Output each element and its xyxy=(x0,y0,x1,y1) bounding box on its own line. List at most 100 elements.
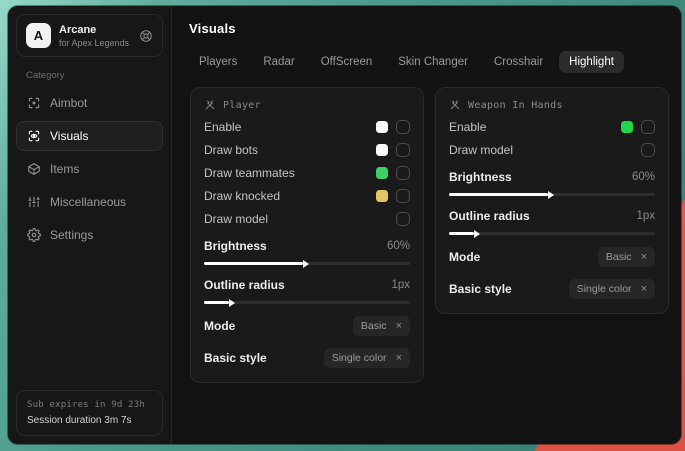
select-tag-basic[interactable]: Basic× xyxy=(598,247,655,267)
sidebar-item-label: Settings xyxy=(50,228,93,242)
app-name: Arcane xyxy=(59,24,131,36)
slider-header: Brightness60% xyxy=(204,239,410,253)
color-swatch[interactable] xyxy=(376,121,388,133)
slider-label: Brightness xyxy=(204,239,267,253)
color-swatch[interactable] xyxy=(376,190,388,202)
slider-label: Brightness xyxy=(449,170,512,184)
checkbox-draw-teammates[interactable] xyxy=(396,166,410,180)
tab-crosshair[interactable]: Crosshair xyxy=(484,51,553,73)
slider-label: Outline radius xyxy=(449,209,530,223)
select-row-mode: Mode Basic× xyxy=(449,247,655,267)
toggle-controls xyxy=(376,189,410,203)
toggle-controls xyxy=(641,143,655,157)
toggle-controls xyxy=(396,212,410,226)
color-swatch[interactable] xyxy=(621,121,633,133)
slider-fill[interactable] xyxy=(204,301,229,304)
slider-fill[interactable] xyxy=(449,232,474,235)
slider-track[interactable] xyxy=(449,232,655,235)
page-title: Visuals xyxy=(189,21,669,36)
toggle-row-enable: Enable xyxy=(204,120,410,134)
lifebuoy-settings-icon[interactable] xyxy=(139,29,153,43)
select-label: Mode xyxy=(449,250,480,264)
app-subtitle: for Apex Legends xyxy=(59,38,131,48)
toggle-label: Draw model xyxy=(204,212,268,226)
slider-outline-radius: Outline radius 1px xyxy=(449,209,655,235)
tag-remove-icon[interactable]: × xyxy=(641,284,647,295)
slider-brightness: Brightness 60% xyxy=(449,170,655,196)
toggle-label: Draw model xyxy=(449,143,513,157)
checkbox-enable[interactable] xyxy=(396,120,410,134)
toggle-row-draw-teammates: Draw teammates xyxy=(204,166,410,180)
slider-label: Outline radius xyxy=(204,278,285,292)
tab-players[interactable]: Players xyxy=(189,51,247,73)
select-tag-single-color[interactable]: Single color× xyxy=(324,348,410,368)
gear-icon xyxy=(27,228,41,242)
slider-value: 1px xyxy=(391,279,410,291)
category-label: Category xyxy=(26,70,153,81)
toggle-controls xyxy=(376,143,410,157)
tab-offscreen[interactable]: OffScreen xyxy=(311,51,383,73)
main-content: Visuals Players Radar OffScreenSkin Change… xyxy=(172,6,681,444)
select-tag-single-color[interactable]: Single color × xyxy=(569,279,655,299)
app-title-block: Arcane for Apex Legends xyxy=(59,24,131,48)
settings-cards: Player Enable Draw bots Draw teammates Draw … xyxy=(189,87,669,383)
panel-header: Weapon In Hands xyxy=(449,99,655,111)
tab-radar[interactable]: Radar xyxy=(253,51,304,73)
panel-header: Player xyxy=(204,99,410,111)
toggle-controls xyxy=(621,120,655,134)
tab-bar: Players Radar OffScreenSkin Changer Crossha… xyxy=(189,51,669,73)
subscription-info-box: Sub expires in 9d 23h Session duration 3… xyxy=(16,390,163,436)
slider-header: Outline radius 1px xyxy=(449,209,655,223)
tools-icon xyxy=(449,99,461,111)
slider-track[interactable] xyxy=(449,193,655,196)
app-window: A Arcane for Apex Legends Category Aimbo… xyxy=(8,6,681,444)
sidebar-item-miscellaneous[interactable]: Miscellaneous xyxy=(16,187,163,217)
checkbox-enable[interactable] xyxy=(641,120,655,134)
toggle-label: Draw teammates xyxy=(204,166,295,180)
select-label: Basic style xyxy=(204,351,267,365)
sidebar-item-label: Visuals xyxy=(50,129,88,143)
color-swatch[interactable] xyxy=(376,144,388,156)
sidebar-item-label: Items xyxy=(50,162,79,176)
tab-skin-changer[interactable]: Skin Changer xyxy=(388,51,478,73)
sidebar-item-visuals[interactable]: Visuals xyxy=(16,121,163,151)
tag-value: Single color xyxy=(577,283,632,295)
checkbox-draw-model[interactable] xyxy=(641,143,655,157)
tools-icon xyxy=(204,99,216,111)
sidebar-item-items[interactable]: Items xyxy=(16,154,163,184)
sidebar-item-label: Miscellaneous xyxy=(50,195,126,209)
slider-track[interactable] xyxy=(204,262,410,265)
checkbox-draw-bots[interactable] xyxy=(396,143,410,157)
toggle-row-enable: Enable xyxy=(449,120,655,134)
slider-value: 60% xyxy=(632,171,655,183)
checkbox-draw-model[interactable] xyxy=(396,212,410,226)
toggle-row-draw-model: Draw model xyxy=(204,212,410,226)
crosshair-focus-icon xyxy=(27,96,41,110)
toggle-row-draw-model: Draw model xyxy=(449,143,655,157)
sidebar-item-settings[interactable]: Settings xyxy=(16,220,163,250)
tab-highlight[interactable]: Highlight xyxy=(559,51,624,73)
slider-fill[interactable] xyxy=(204,262,303,265)
toggle-label: Draw bots xyxy=(204,143,258,157)
color-swatch[interactable] xyxy=(376,167,388,179)
tag-remove-icon[interactable]: × xyxy=(396,353,402,364)
package-icon xyxy=(27,162,41,176)
toggle-label: Draw knocked xyxy=(204,189,280,203)
select-tag-basic[interactable]: Basic × xyxy=(353,316,410,336)
tag-remove-icon[interactable]: × xyxy=(396,321,402,332)
slider-fill[interactable] xyxy=(449,193,548,196)
toggle-label: Enable xyxy=(204,120,241,134)
tag-value: Basic xyxy=(361,320,387,332)
slider-track[interactable] xyxy=(204,301,410,304)
app-logo: A xyxy=(26,23,51,48)
panel-player: Player Enable Draw bots Draw teammates Draw … xyxy=(190,87,424,383)
session-duration-text: Session duration 3m 7s xyxy=(27,415,152,426)
tag-remove-icon[interactable]: × xyxy=(641,252,647,263)
select-row-mode: Mode Basic × xyxy=(204,316,410,336)
checkbox-draw-knocked[interactable] xyxy=(396,189,410,203)
sidebar-item-aimbot[interactable]: Aimbot xyxy=(16,88,163,118)
select-label: Mode xyxy=(204,319,235,333)
toggle-row-draw-bots: Draw bots xyxy=(204,143,410,157)
slider-value: 1px xyxy=(636,210,655,222)
panel-title: Weapon In Hands xyxy=(468,100,563,111)
